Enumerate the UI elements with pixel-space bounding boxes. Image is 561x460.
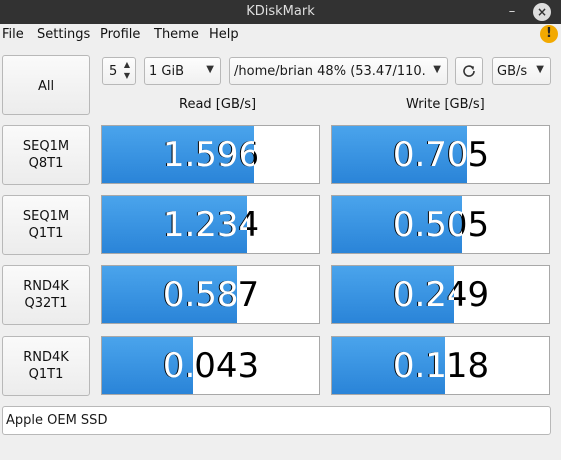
- loops-value: 5: [109, 64, 118, 79]
- target-value: /home/brian 48% (53.47/110.17 GiB): [234, 64, 426, 79]
- test-label: Q1T1: [28, 226, 64, 241]
- menu-help[interactable]: Help: [209, 27, 239, 42]
- menu-file[interactable]: File: [2, 27, 24, 42]
- window-title: KDiskMark: [246, 4, 315, 19]
- read-result: 1.2341.234: [101, 195, 320, 254]
- drive-info-value: Apple OEM SSD: [6, 413, 108, 428]
- write-result: 0.7050.705: [331, 125, 550, 184]
- chevron-down-icon: ▼: [206, 64, 214, 75]
- read-value-highlight: 0.587: [162, 275, 237, 315]
- loops-spinbox[interactable]: 5 ▲ ▼: [102, 57, 136, 85]
- test-label: RND4K: [23, 350, 69, 365]
- size-select[interactable]: 1 GiB ▼: [144, 57, 221, 85]
- menu-theme[interactable]: Theme: [154, 27, 199, 42]
- run-all-button[interactable]: All: [2, 55, 90, 115]
- target-select[interactable]: /home/brian 48% (53.47/110.17 GiB) ▼: [229, 57, 448, 85]
- title-bar: KDiskMark – ×: [0, 0, 561, 24]
- write-value-highlight: 0.249: [392, 275, 454, 315]
- read-value-highlight: 0.043: [162, 346, 193, 386]
- chevron-down-icon: ▼: [536, 64, 544, 75]
- read-value-highlight: 1.596: [162, 135, 254, 175]
- write-value-overlay: 0.705: [332, 126, 467, 183]
- read-value-overlay: 1.596: [102, 126, 254, 183]
- write-value-overlay: 0.118: [332, 337, 445, 394]
- read-value-overlay: 0.043: [102, 337, 193, 394]
- minimize-icon[interactable]: –: [503, 3, 521, 21]
- write-result: 0.5050.505: [331, 195, 550, 254]
- read-value-highlight: 1.234: [162, 205, 247, 245]
- test-button[interactable]: RND4K Q1T1: [2, 336, 90, 396]
- read-value-overlay: 1.234: [102, 196, 247, 253]
- write-value-overlay: 0.249: [332, 266, 454, 323]
- warning-icon[interactable]: !: [540, 25, 558, 43]
- write-result: 0.1180.118: [331, 336, 550, 395]
- test-label: RND4K: [23, 279, 69, 294]
- read-header: Read [GB/s]: [179, 97, 257, 112]
- write-value-overlay: 0.505: [332, 196, 462, 253]
- refresh-icon: [463, 65, 475, 77]
- spin-down-icon[interactable]: ▼: [122, 71, 132, 80]
- test-label: SEQ1M: [22, 139, 70, 154]
- read-value-overlay: 0.587: [102, 266, 237, 323]
- write-value-highlight: 0.705: [392, 135, 467, 175]
- chevron-down-icon: ▼: [433, 64, 441, 75]
- read-result: 0.5870.587: [101, 265, 320, 324]
- write-value-highlight: 0.118: [392, 346, 445, 386]
- test-label: Q1T1: [28, 367, 64, 382]
- test-label: Q32T1: [24, 296, 68, 311]
- test-button[interactable]: SEQ1M Q1T1: [2, 195, 90, 255]
- write-result: 0.2490.249: [331, 265, 550, 324]
- drive-info-field[interactable]: Apple OEM SSD: [2, 406, 551, 435]
- spin-up-icon[interactable]: ▲: [122, 60, 132, 69]
- menu-profile[interactable]: Profile: [100, 27, 140, 42]
- size-value: 1 GiB: [149, 64, 185, 79]
- read-result: 0.0430.043: [101, 336, 320, 395]
- test-label: SEQ1M: [22, 209, 70, 224]
- test-button[interactable]: RND4K Q32T1: [2, 265, 90, 325]
- test-button[interactable]: SEQ1M Q8T1: [2, 125, 90, 185]
- write-value-highlight: 0.505: [392, 205, 462, 245]
- write-header: Write [GB/s]: [406, 97, 485, 112]
- test-label: Q8T1: [28, 156, 64, 171]
- unit-select[interactable]: GB/s ▼: [492, 57, 551, 85]
- menu-settings[interactable]: Settings: [37, 27, 90, 42]
- menu-bar: File Settings Profile Theme Help: [0, 24, 561, 46]
- unit-value: GB/s: [497, 64, 528, 79]
- refresh-button[interactable]: [455, 57, 483, 85]
- close-icon[interactable]: ×: [533, 3, 551, 21]
- read-result: 1.596 1.596: [101, 125, 320, 184]
- run-all-label: All: [37, 79, 55, 94]
